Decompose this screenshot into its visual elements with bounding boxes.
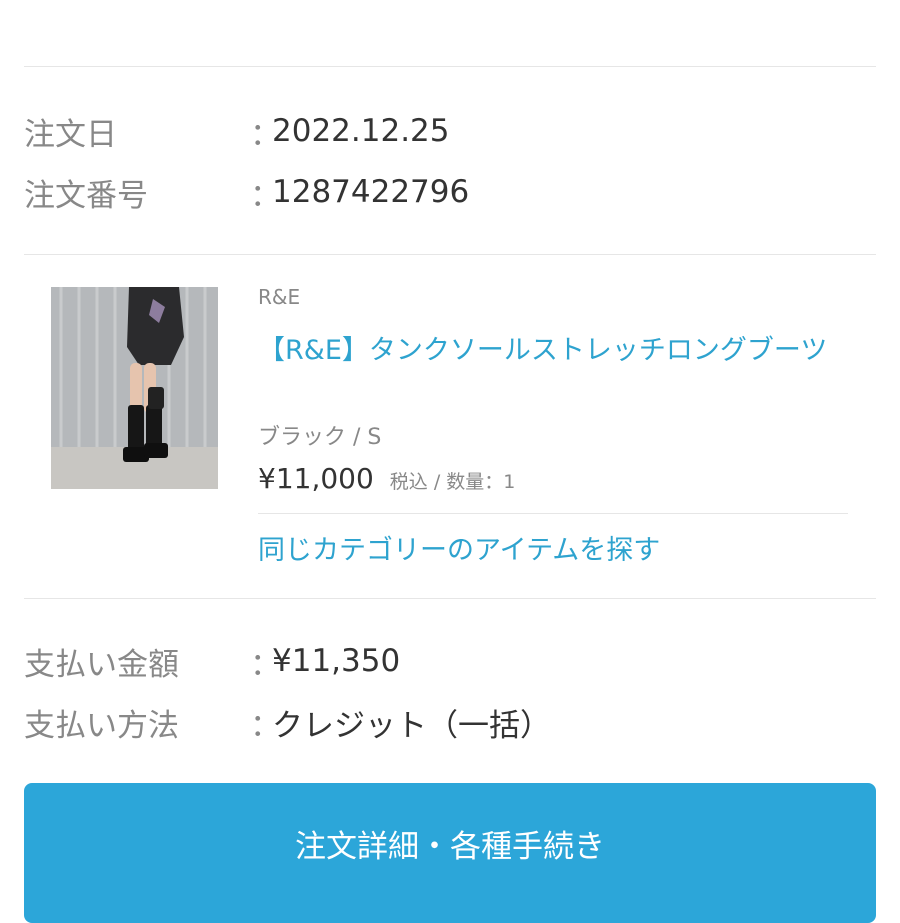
order-number-value: 1287422796 [272,174,470,210]
order-details-button[interactable]: 注文詳細・各種手続き [24,783,876,923]
order-date-label: 注文日 [24,116,117,153]
product-brand: R&E [258,285,301,309]
order-date-row: 注文日 ： 2022.12.25 [24,106,876,156]
order-date-value: 2022.12.25 [272,113,450,149]
payment-method-value: クレジット（一括） [272,707,551,744]
product-tax-quantity: 税込 / 数量：1 [389,471,516,493]
payment-method-separator: ： [250,707,281,744]
payment-amount-label: 支払い金額 [24,646,179,683]
product-price-line: ¥11,000 税込 / 数量：1 [258,462,515,495]
order-number-row: 注文番号 ： 1287422796 [24,167,876,217]
product-variant: ブラック / S [258,425,382,450]
product-name-link[interactable]: 【R&E】タンクソールストレッチロングブーツ [258,328,858,373]
product-thumbnail[interactable] [51,287,218,489]
top-divider [24,66,876,67]
order-details-button-label: 注文詳細・各種手続き [295,829,605,865]
payment-method-row: 支払い方法 ： クレジット（一括） [24,697,876,747]
payment-amount-row: 支払い金額 ： ¥11,350 [24,636,876,686]
same-category-link[interactable]: 同じカテゴリーのアイテムを探す [258,528,660,567]
order-number-label: 注文番号 [24,177,148,214]
order-date-separator: ： [250,116,281,153]
payment-amount-value: ¥11,350 [272,643,401,679]
payment-amount-separator: ： [250,646,281,683]
order-info-divider [24,254,876,255]
order-number-separator: ： [250,177,281,214]
product-price: ¥11,000 [258,462,374,495]
payment-method-label: 支払い方法 [24,707,179,744]
product-inner-divider [258,513,848,514]
item-divider [24,598,876,599]
product-photo-boots-icon [51,287,218,489]
